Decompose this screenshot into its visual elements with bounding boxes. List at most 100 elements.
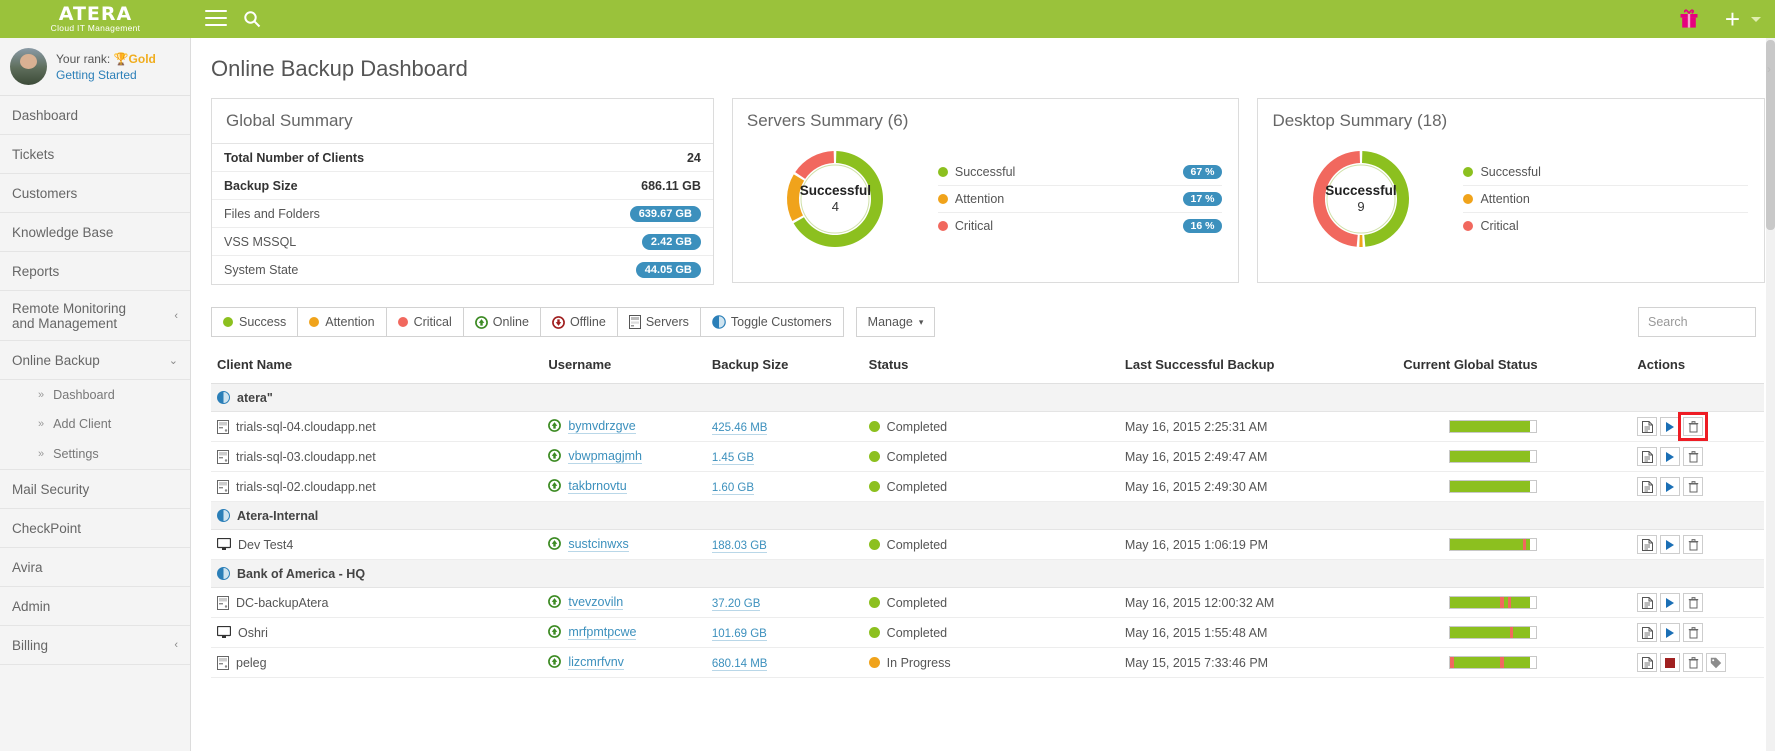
action-report-button[interactable] bbox=[1637, 417, 1657, 436]
action-delete-button[interactable] bbox=[1683, 535, 1703, 554]
action-play-button[interactable] bbox=[1660, 623, 1680, 642]
status-dot-icon bbox=[869, 597, 880, 608]
add-button[interactable]: + bbox=[1725, 9, 1740, 29]
table-header-current-global-status[interactable]: Current Global Status bbox=[1397, 351, 1631, 384]
sidebar-subitem-dashboard[interactable]: » Dashboard bbox=[0, 380, 190, 409]
action-report-button[interactable] bbox=[1637, 623, 1657, 642]
sidebar-item-dashboard[interactable]: Dashboard bbox=[0, 96, 190, 135]
table-header-actions[interactable]: Actions bbox=[1631, 351, 1764, 384]
action-play-button[interactable] bbox=[1660, 417, 1680, 436]
table-row[interactable]: DC-backupAteratvevzoviln37.20 GBComplete… bbox=[211, 588, 1764, 618]
filter-button-online[interactable]: Online bbox=[463, 307, 541, 337]
hamburger-menu-icon[interactable] bbox=[205, 10, 227, 27]
toggle-icon[interactable] bbox=[217, 391, 230, 404]
table-header-last-successful-backup[interactable]: Last Successful Backup bbox=[1119, 351, 1397, 384]
backup-size-link[interactable]: 425.46 MB bbox=[712, 422, 768, 435]
table-row[interactable]: trials-sql-03.cloudapp.netvbwpmagjmh1.45… bbox=[211, 442, 1764, 472]
sidebar-item-customers[interactable]: Customers bbox=[0, 174, 190, 213]
legend-row: Successful67 % bbox=[938, 159, 1223, 186]
toggle-icon[interactable] bbox=[217, 567, 230, 580]
username-link[interactable]: lizcmrfvnv bbox=[568, 655, 624, 670]
sidebar-item-online-backup[interactable]: Online Backup ⌄ bbox=[0, 341, 190, 380]
table-header-backup-size[interactable]: Backup Size bbox=[706, 351, 863, 384]
collapse-arrow-icon[interactable]: › bbox=[1767, 62, 1771, 76]
backup-size-link[interactable]: 680.14 MB bbox=[712, 658, 768, 671]
action-report-button[interactable] bbox=[1637, 535, 1657, 554]
sidebar-item-knowledge-base[interactable]: Knowledge Base bbox=[0, 213, 190, 252]
search-icon[interactable] bbox=[243, 10, 261, 28]
username-link[interactable]: bymvdrzgve bbox=[568, 419, 635, 434]
table-header-status[interactable]: Status bbox=[863, 351, 1119, 384]
sidebar-item-checkpoint[interactable]: CheckPoint bbox=[0, 509, 190, 548]
table-header-client-name[interactable]: Client Name bbox=[211, 351, 542, 384]
username-link[interactable]: sustcinwxs bbox=[568, 537, 628, 552]
filter-button-offline[interactable]: Offline bbox=[540, 307, 618, 337]
action-report-button[interactable] bbox=[1637, 477, 1657, 496]
getting-started-link[interactable]: Getting Started bbox=[56, 67, 156, 83]
gift-icon[interactable] bbox=[1678, 8, 1700, 30]
action-report-button[interactable] bbox=[1637, 447, 1657, 466]
sidebar-subitem-settings[interactable]: » Settings bbox=[0, 438, 190, 470]
action-play-button[interactable] bbox=[1660, 447, 1680, 466]
client-name-cell: trials-sql-02.cloudapp.net bbox=[211, 472, 542, 502]
sidebar-item-tickets[interactable]: Tickets bbox=[0, 135, 190, 174]
customer-group-row[interactable]: Bank of America - HQ bbox=[211, 560, 1764, 588]
action-play-button[interactable] bbox=[1660, 477, 1680, 496]
status-cell: Completed bbox=[863, 442, 1119, 472]
sidebar-item-avira[interactable]: Avira bbox=[0, 548, 190, 587]
username-link[interactable]: vbwpmagjmh bbox=[568, 449, 642, 464]
chevron-down-icon[interactable] bbox=[1751, 17, 1761, 22]
username-link[interactable]: mrfpmtpcwe bbox=[568, 625, 636, 640]
status-dot-icon bbox=[869, 657, 880, 668]
sidebar-item-mail-security[interactable]: Mail Security bbox=[0, 470, 190, 509]
table-header-username[interactable]: Username bbox=[542, 351, 705, 384]
table-row[interactable]: Oshrimrfpmtpcwe101.69 GBCompletedMay 16,… bbox=[211, 618, 1764, 648]
action-delete-button[interactable] bbox=[1683, 417, 1703, 436]
app-logo[interactable]: ATERA Cloud IT Management bbox=[0, 0, 191, 38]
username-link[interactable]: tvevzoviln bbox=[568, 595, 623, 610]
username-link[interactable]: takbrnovtu bbox=[568, 479, 626, 494]
table-row[interactable]: trials-sql-04.cloudapp.netbymvdrzgve425.… bbox=[211, 412, 1764, 442]
action-play-button[interactable] bbox=[1660, 535, 1680, 554]
backup-size-link[interactable]: 1.45 GB bbox=[712, 452, 754, 465]
orange-dot-icon bbox=[309, 317, 319, 327]
customer-group-row[interactable]: Atera-Internal bbox=[211, 502, 1764, 530]
filter-button-attention[interactable]: Attention bbox=[297, 307, 386, 337]
action-delete-button[interactable] bbox=[1683, 623, 1703, 642]
toggle-icon[interactable] bbox=[217, 509, 230, 522]
global-summary-rows: Total Number of Clients24Backup Size686.… bbox=[212, 144, 713, 284]
action-delete-button[interactable] bbox=[1683, 447, 1703, 466]
filter-button-success[interactable]: Success bbox=[211, 307, 298, 337]
action-report-button[interactable] bbox=[1637, 653, 1657, 672]
backup-size-link[interactable]: 1.60 GB bbox=[712, 482, 754, 495]
manage-button[interactable]: Manage ▾ bbox=[856, 307, 936, 337]
backup-size-link[interactable]: 101.69 GB bbox=[712, 628, 767, 641]
double-chevron-icon: » bbox=[38, 389, 44, 401]
search-input[interactable]: Search bbox=[1638, 307, 1756, 337]
action-delete-button[interactable] bbox=[1683, 477, 1703, 496]
filter-button-toggle-customers[interactable]: Toggle Customers bbox=[700, 307, 844, 337]
username-cell: mrfpmtpcwe bbox=[542, 618, 705, 648]
sidebar-subitem-add-client[interactable]: » Add Client bbox=[0, 409, 190, 438]
table-row[interactable]: trials-sql-02.cloudapp.net takbrnovtu 1.60… bbox=[211, 472, 1764, 502]
table-row[interactable]: peleglizcmrfvnv680.14 MBIn ProgressMay 1… bbox=[211, 648, 1764, 678]
action-play-button[interactable] bbox=[1660, 593, 1680, 612]
action-report-button[interactable] bbox=[1637, 593, 1657, 612]
backup-size-link[interactable]: 37.20 GB bbox=[712, 598, 761, 611]
trophy-icon: 🏆 bbox=[114, 52, 129, 66]
action-stop-button[interactable] bbox=[1660, 653, 1680, 672]
filter-button-servers[interactable]: Servers bbox=[617, 307, 701, 337]
user-profile[interactable]: Your rank: 🏆Gold Getting Started bbox=[0, 38, 190, 96]
sidebar-item-remote-monitoring-and-management[interactable]: Remote Monitoring and Management ‹ bbox=[0, 291, 190, 341]
table-row[interactable]: Dev Test4sustcinwxs188.03 GBCompletedMay… bbox=[211, 530, 1764, 560]
action-delete-button[interactable] bbox=[1683, 593, 1703, 612]
action-tag-button[interactable] bbox=[1706, 653, 1726, 672]
sidebar-item-billing[interactable]: Billing ‹ bbox=[0, 626, 190, 665]
customer-group-row[interactable]: atera" bbox=[211, 384, 1764, 412]
action-delete-button[interactable] bbox=[1683, 653, 1703, 672]
sidebar-item-admin[interactable]: Admin bbox=[0, 587, 190, 626]
backup-size-link[interactable]: 188.03 GB bbox=[712, 540, 767, 553]
sidebar-item-reports[interactable]: Reports bbox=[0, 252, 190, 291]
filter-button-critical[interactable]: Critical bbox=[386, 307, 464, 337]
status-dot-icon bbox=[869, 451, 880, 462]
